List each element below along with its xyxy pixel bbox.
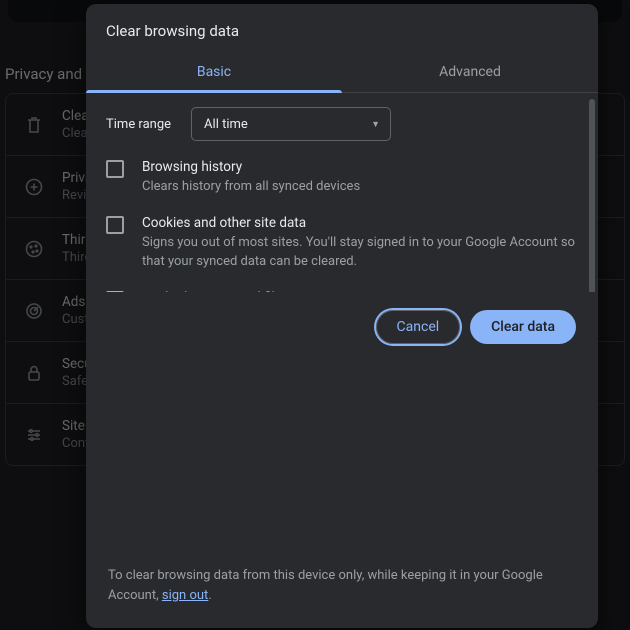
option-cache: Cached images and files Frees up 72.1 MB… (106, 290, 578, 293)
link-sign-out[interactable]: sign out (162, 588, 208, 603)
option-title: Browsing history (142, 159, 360, 175)
time-range-dropdown[interactable]: All time ▼ (191, 107, 391, 141)
dialog-content: Time range All time ▼ Browsing history C… (86, 93, 586, 292)
chevron-down-icon: ▼ (371, 119, 380, 130)
clear-browsing-data-dialog: Clear browsing data Basic Advanced Time … (86, 4, 598, 628)
checkbox-history[interactable] (106, 160, 124, 178)
clear-data-button[interactable]: Clear data (470, 310, 576, 344)
cancel-button[interactable]: Cancel (376, 310, 461, 344)
dialog-buttons: Cancel Clear data (86, 292, 598, 362)
scrollbar[interactable] (589, 99, 595, 292)
footer-note: To clear browsing data from this device … (86, 562, 598, 628)
option-title: Cookies and other site data (142, 215, 578, 231)
time-range-label: Time range (106, 117, 171, 132)
time-range-value: All time (204, 117, 248, 132)
tab-basic[interactable]: Basic (86, 54, 342, 92)
tab-advanced[interactable]: Advanced (342, 54, 598, 92)
option-desc: Signs you out of most sites. You'll stay… (142, 233, 578, 272)
dialog-title: Clear browsing data (86, 4, 598, 54)
checkbox-cookies[interactable] (106, 216, 124, 234)
option-cookies: Cookies and other site data Signs you ou… (106, 215, 578, 272)
checkbox-cache[interactable] (106, 291, 124, 293)
time-range-row: Time range All time ▼ (106, 107, 578, 141)
footer-text: . (208, 588, 211, 603)
option-browsing-history: Browsing history Clears history from all… (106, 159, 578, 197)
option-title: Cached images and files (142, 290, 547, 293)
dialog-tabs: Basic Advanced (86, 54, 598, 93)
option-desc: Clears history from all synced devices (142, 177, 360, 197)
